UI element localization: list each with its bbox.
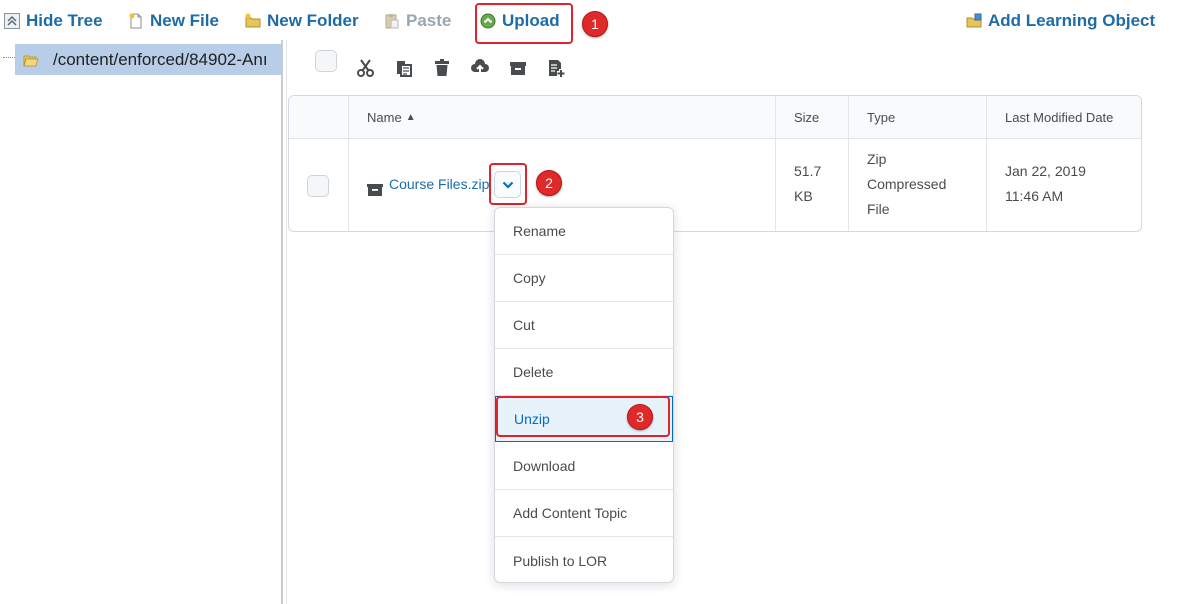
- step-1-badge: 1: [582, 11, 608, 37]
- learning-object-icon: [966, 13, 982, 29]
- column-divider: [348, 96, 349, 231]
- type-header-label: Type: [867, 109, 896, 125]
- type-cell: Zip Compressed File: [867, 147, 946, 222]
- menu-item-add-content-topic[interactable]: Add Content Topic: [495, 490, 673, 537]
- menu-item-copy[interactable]: Copy: [495, 255, 673, 302]
- modified-time: 11:46 AM: [1005, 188, 1064, 204]
- cloud-upload-icon[interactable]: [470, 58, 490, 78]
- modified-header-label: Last Modified Date: [1005, 109, 1114, 125]
- menu-item-label: Cut: [513, 317, 535, 333]
- column-divider: [848, 96, 849, 231]
- new-file-button[interactable]: New File: [128, 8, 219, 34]
- size-cell: 51.7 KB: [794, 159, 821, 209]
- paste-icon: [384, 13, 400, 29]
- file-table: Name ▲ Size Type Last Modified Date Cour…: [288, 95, 1142, 232]
- type-column-header: Type: [867, 96, 896, 138]
- new-file-icon: [128, 13, 144, 29]
- add-learning-object-button[interactable]: Add Learning Object: [966, 8, 1155, 34]
- hide-tree-button[interactable]: Hide Tree: [4, 8, 103, 34]
- tree-connector: [3, 57, 15, 58]
- step-3-badge: 3: [627, 404, 653, 430]
- size-header-label: Size: [794, 109, 820, 125]
- cut-icon[interactable]: [356, 58, 376, 78]
- zip-archive-icon: [367, 179, 383, 196]
- menu-item-label: Delete: [513, 364, 554, 380]
- type-line-3: File: [867, 201, 890, 217]
- tree-splitter[interactable]: [281, 40, 283, 604]
- new-file-label: New File: [150, 11, 219, 30]
- open-folder-icon: [23, 53, 39, 67]
- modified-column-header: Last Modified Date: [1005, 96, 1114, 138]
- hide-tree-label: Hide Tree: [26, 11, 103, 30]
- file-context-menu: Rename Copy Cut Delete Unzip Download Ad…: [494, 207, 674, 583]
- column-divider: [775, 96, 776, 231]
- dropdown-highlight-box: [489, 163, 527, 205]
- add-learning-object-label: Add Learning Object: [988, 11, 1156, 30]
- size-unit: KB: [794, 188, 813, 204]
- menu-item-cut[interactable]: Cut: [495, 302, 673, 349]
- row-checkbox[interactable]: [307, 175, 329, 197]
- file-name-link[interactable]: Course Files.zip: [389, 172, 489, 197]
- collapse-icon: [4, 13, 20, 29]
- trash-icon[interactable]: [432, 58, 452, 78]
- menu-item-rename[interactable]: Rename: [495, 208, 673, 255]
- tree-item-selected-folder[interactable]: /content/enforced/84902-Anı: [15, 44, 281, 75]
- select-all-checkbox[interactable]: [315, 50, 337, 72]
- copy-icon[interactable]: [394, 58, 414, 78]
- file-name-cell: Course Files.zip: [367, 172, 489, 197]
- header-divider: [289, 138, 1141, 139]
- new-folder-icon: [245, 13, 261, 29]
- tree-item-label: /content/enforced/84902-Anı: [53, 49, 268, 69]
- name-header-label: Name: [367, 109, 402, 125]
- type-line-1: Zip: [867, 151, 887, 167]
- new-folder-button[interactable]: New Folder: [245, 8, 359, 34]
- column-divider: [986, 96, 987, 231]
- menu-item-label: Rename: [513, 223, 566, 239]
- step-2-badge: 2: [536, 170, 562, 196]
- tree-splitter-edge: [286, 40, 287, 604]
- size-value: 51.7: [794, 163, 822, 179]
- menu-item-label: Publish to LOR: [513, 552, 608, 569]
- size-column-header: Size: [794, 96, 820, 138]
- menu-item-delete[interactable]: Delete: [495, 349, 673, 396]
- upload-highlight-box: [475, 3, 573, 44]
- menu-item-label: Copy: [513, 270, 546, 286]
- menu-item-publish-to-lor[interactable]: Publish to LOR: [495, 537, 673, 584]
- archive-icon[interactable]: [508, 58, 528, 78]
- modified-cell: Jan 22, 2019 11:46 AM: [1005, 159, 1086, 209]
- name-column-header[interactable]: Name ▲: [367, 96, 416, 138]
- sort-ascending-icon: ▲: [405, 111, 416, 123]
- paste-button[interactable]: Paste: [384, 8, 451, 34]
- menu-item-label: Add Content Topic: [513, 505, 628, 521]
- modified-date: Jan 22, 2019: [1005, 163, 1086, 179]
- new-folder-label: New Folder: [267, 11, 359, 30]
- paste-label: Paste: [406, 11, 452, 30]
- menu-item-label: Download: [513, 458, 576, 474]
- add-document-icon[interactable]: [546, 58, 566, 78]
- type-line-2: Compressed: [867, 176, 947, 192]
- menu-item-download[interactable]: Download: [495, 443, 673, 490]
